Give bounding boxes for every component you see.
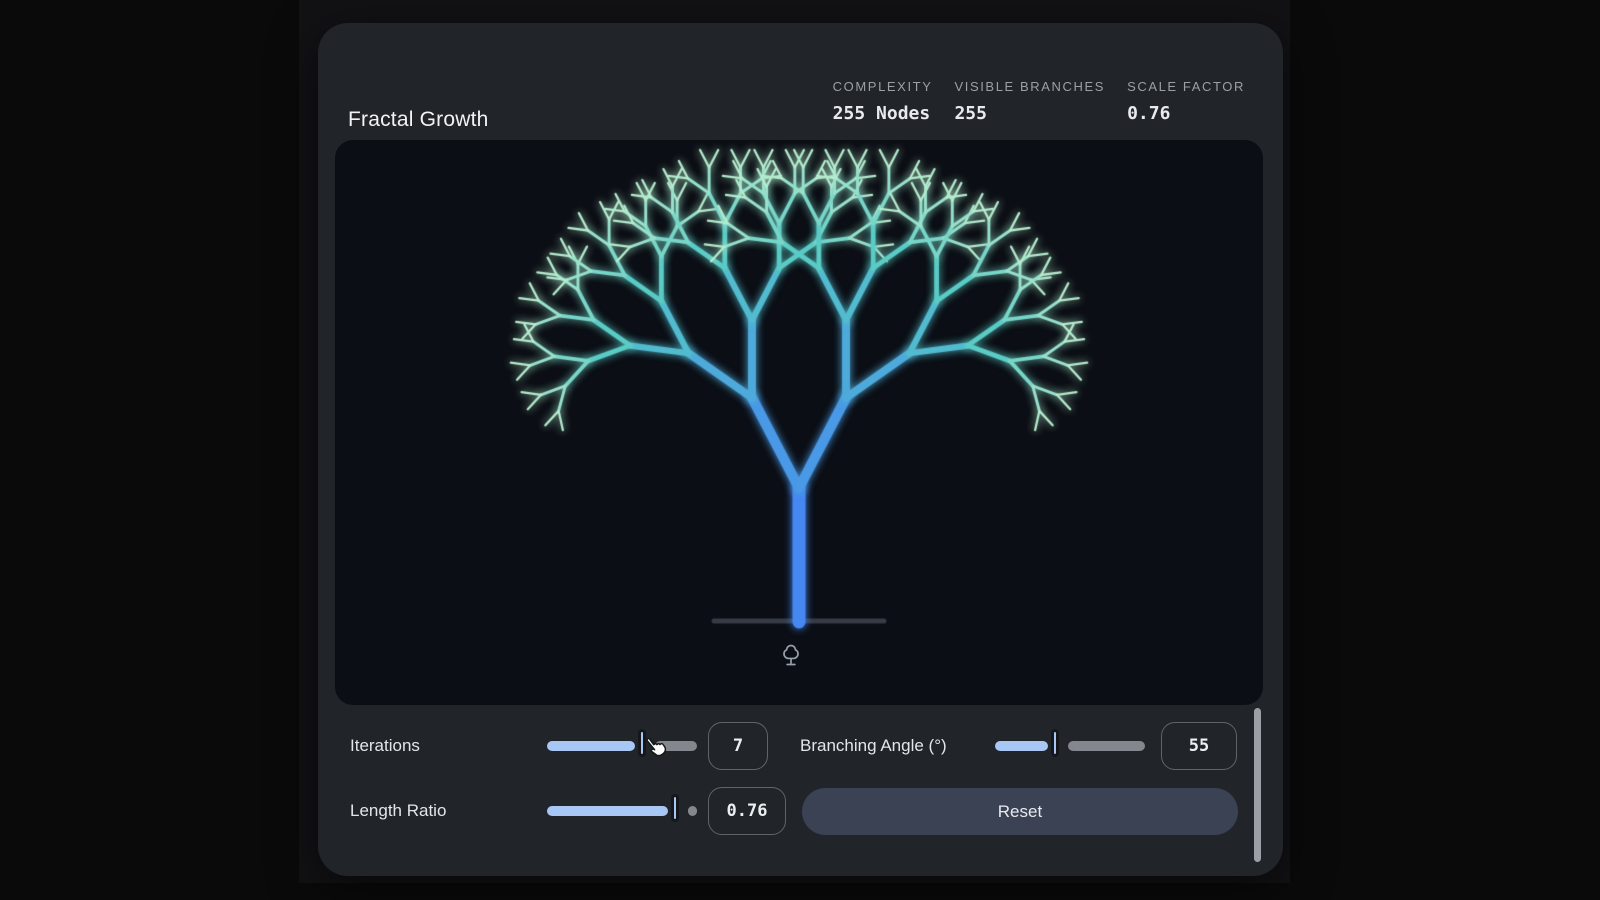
stat-value: 255 xyxy=(954,103,987,124)
page-title: Fractal Growth xyxy=(348,108,489,131)
stat-visible-branches: VISIBLE BRANCHES 255 xyxy=(954,79,1105,124)
stat-label: VISIBLE BRANCHES xyxy=(954,79,1106,94)
length-ratio-value-box[interactable]: 0.76 xyxy=(708,787,786,835)
fractal-tree-canvas xyxy=(335,140,1263,705)
branching-angle-value-box[interactable]: 55 xyxy=(1161,722,1237,770)
fractal-canvas-panel xyxy=(335,140,1263,705)
stat-label: COMPLEXITY xyxy=(832,79,933,94)
iterations-label: Iterations xyxy=(350,736,420,755)
branching-angle-label: Branching Angle (°) xyxy=(800,736,947,755)
stat-value: 0.76 xyxy=(1127,103,1171,124)
slider-track-fill[interactable] xyxy=(547,741,635,751)
tree-icon xyxy=(783,644,799,666)
slider-track-rest[interactable] xyxy=(687,806,697,816)
iterations-slider[interactable] xyxy=(547,728,697,764)
length-ratio-slider[interactable] xyxy=(547,793,697,829)
iterations-value-box[interactable]: 7 xyxy=(708,722,768,770)
app-card: Fractal Growth COMPLEXITY 255 Nodes VISI… xyxy=(318,23,1283,876)
length-ratio-label: Length Ratio xyxy=(350,801,447,820)
slider-track-fill[interactable] xyxy=(995,741,1048,751)
slider-track-fill[interactable] xyxy=(547,806,668,816)
scrollbar-thumb[interactable] xyxy=(1254,708,1261,862)
stat-value: 255 Nodes xyxy=(832,103,931,124)
slider-thumb[interactable] xyxy=(670,794,679,822)
reset-button[interactable]: Reset xyxy=(802,788,1238,835)
slider-track-rest[interactable] xyxy=(1068,741,1145,751)
stat-scale-factor: SCALE FACTOR 0.76 xyxy=(1127,79,1245,124)
slider-thumb[interactable] xyxy=(1050,729,1059,757)
branching-angle-slider[interactable] xyxy=(995,728,1145,764)
stat-complexity: COMPLEXITY 255 Nodes xyxy=(833,79,933,124)
stat-label: SCALE FACTOR xyxy=(1127,79,1245,94)
page-background: Fractal Growth COMPLEXITY 255 Nodes VISI… xyxy=(0,0,1600,900)
stats-row: COMPLEXITY 255 Nodes VISIBLE BRANCHES 25… xyxy=(833,79,1245,124)
